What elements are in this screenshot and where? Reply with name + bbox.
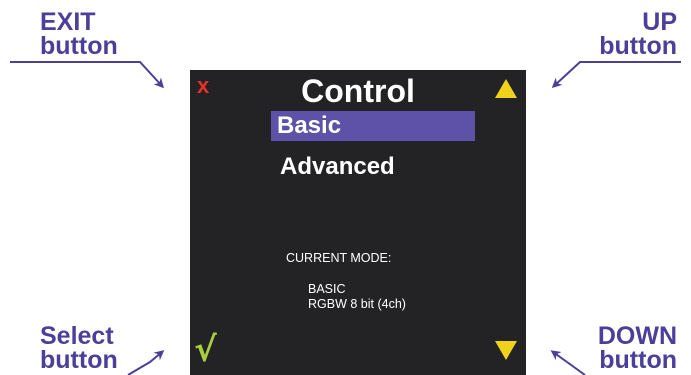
menu-item-basic[interactable]: Basic (271, 111, 475, 141)
down-button-callout: DOWN button (597, 322, 677, 374)
callout-line: UP (642, 8, 677, 36)
callout-line: DOWN (597, 322, 677, 350)
current-mode-value: BASIC (308, 282, 346, 296)
up-button-callout: UP button (599, 8, 677, 60)
checkmark-icon[interactable]: √ (194, 332, 217, 368)
callout-line: button (40, 346, 118, 374)
device-screen: x Control Basic Advanced CURRENT MODE: B… (190, 70, 526, 375)
current-mode-heading: CURRENT MODE: (286, 251, 392, 265)
callout-line: button (40, 32, 118, 60)
select-button-callout: Select button (40, 322, 118, 374)
down-arrow-icon[interactable] (495, 341, 517, 360)
callout-line: button (599, 32, 677, 60)
select-pointer-arrow (127, 350, 165, 375)
up-pointer-arrow (551, 61, 681, 89)
down-pointer-arrow (550, 350, 586, 375)
current-mode-detail: RGBW 8 bit (4ch) (308, 297, 406, 311)
callout-line: Select (40, 322, 114, 350)
callout-line: EXIT (40, 8, 96, 36)
menu-item-advanced[interactable]: Advanced (274, 152, 395, 182)
callout-line: button (599, 346, 677, 374)
screen-title: Control (301, 73, 415, 109)
exit-button-callout: EXIT button (40, 8, 118, 60)
exit-pointer-arrow (10, 61, 165, 89)
